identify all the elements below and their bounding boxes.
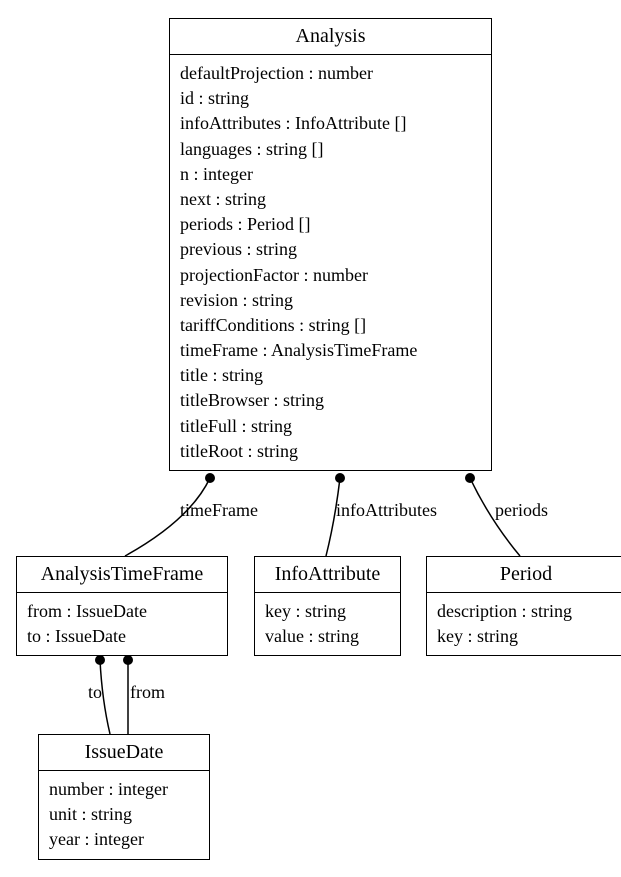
class-attr: key : string [437,624,615,649]
class-title: Analysis [170,19,491,55]
class-attr: revision : string [180,288,481,313]
class-info-attribute: InfoAttribute key : string value : strin… [254,556,401,656]
class-attr: previous : string [180,237,481,262]
edge-label-infoattributes: infoAttributes [336,500,437,521]
class-title: InfoAttribute [255,557,400,593]
edge-label-to: to [88,682,102,703]
class-body: description : string key : string [427,593,621,655]
class-attr: next : string [180,187,481,212]
class-period: Period description : string key : string [426,556,621,656]
class-analysis-time-frame: AnalysisTimeFrame from : IssueDate to : … [16,556,228,656]
class-attr: year : integer [49,827,199,852]
class-attr: titleRoot : string [180,439,481,464]
class-body: key : string value : string [255,593,400,655]
class-title: Period [427,557,621,593]
class-attr: infoAttributes : InfoAttribute [] [180,111,481,136]
class-attr: key : string [265,599,390,624]
class-attr: n : integer [180,162,481,187]
class-analysis: Analysis defaultProjection : number id :… [169,18,492,471]
class-attr: unit : string [49,802,199,827]
class-attr: number : integer [49,777,199,802]
edge-label-periods: periods [495,500,548,521]
class-attr: titleFull : string [180,414,481,439]
class-attr: timeFrame : AnalysisTimeFrame [180,338,481,363]
class-attr: tariffConditions : string [] [180,313,481,338]
class-attr: title : string [180,363,481,388]
class-body: number : integer unit : string year : in… [39,771,209,859]
class-attr: projectionFactor : number [180,263,481,288]
class-attr: languages : string [] [180,137,481,162]
uml-diagram: Analysis defaultProjection : number id :… [10,10,621,867]
class-attr: description : string [437,599,615,624]
edge-label-timeframe: timeFrame [180,500,258,521]
class-body: from : IssueDate to : IssueDate [17,593,227,655]
class-title: AnalysisTimeFrame [17,557,227,593]
edge-label-from: from [130,682,165,703]
class-title: IssueDate [39,735,209,771]
class-issue-date: IssueDate number : integer unit : string… [38,734,210,860]
class-body: defaultProjection : number id : string i… [170,55,491,470]
class-attr: periods : Period [] [180,212,481,237]
class-attr: from : IssueDate [27,599,217,624]
class-attr: id : string [180,86,481,111]
class-attr: defaultProjection : number [180,61,481,86]
class-attr: value : string [265,624,390,649]
class-attr: to : IssueDate [27,624,217,649]
class-attr: titleBrowser : string [180,388,481,413]
